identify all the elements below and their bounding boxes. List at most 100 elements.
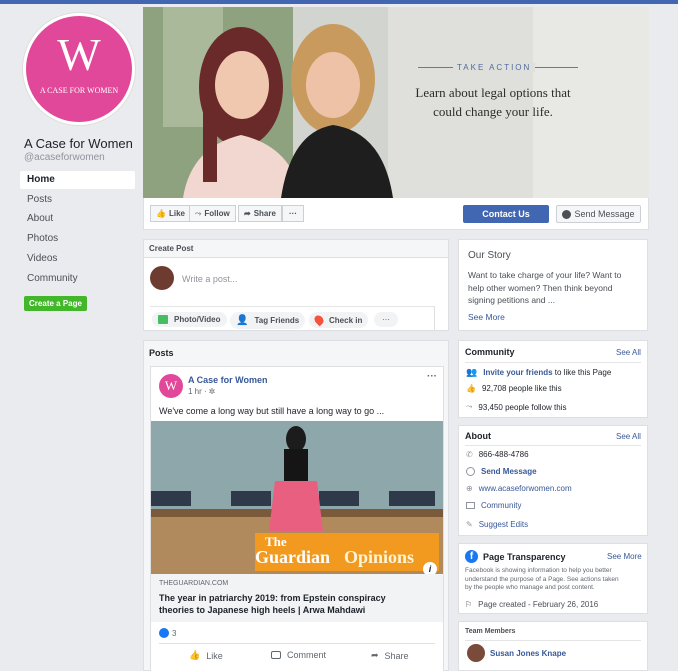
category-link[interactable]: Community xyxy=(481,501,521,510)
link-domain: THEGUARDIAN.COM xyxy=(159,580,229,587)
messenger-icon xyxy=(466,467,475,476)
website-row: ⊕ www.acaseforwomen.com xyxy=(466,484,572,493)
cover-line-2: could change your life. xyxy=(433,104,553,119)
post-timestamp[interactable]: 1 hr · ✲ xyxy=(188,387,215,396)
brand-guardian: Guardian xyxy=(255,547,331,567)
page-transparency-panel: f Page Transparency See More Facebook is… xyxy=(458,543,648,614)
contact-us-button[interactable]: Contact Us xyxy=(463,205,549,223)
send-message-button[interactable]: Send Message xyxy=(556,205,641,223)
post-time-label: 1 hr · xyxy=(188,387,207,396)
phone-number[interactable]: 866-488-4786 xyxy=(479,450,529,459)
people-icon: 👥 xyxy=(466,367,478,377)
comment-bubble-icon xyxy=(271,651,281,659)
more-post-options-button[interactable]: ··· xyxy=(374,312,398,327)
cover-photo[interactable]: TAKE ACTION Learn about legal options th… xyxy=(143,7,649,198)
thumbs-up-icon: 👍 xyxy=(466,384,476,393)
post-card: W A Case for Women 1 hr · ✲ ··· We've co… xyxy=(150,366,444,671)
link-title-line-1: The year in patriarchy 2019: from Epstei… xyxy=(159,593,386,603)
nav-about[interactable]: About xyxy=(20,210,135,228)
rss-icon: ⤳ xyxy=(195,208,202,218)
category-row: Community xyxy=(466,501,521,510)
more-actions-button[interactable]: ··· xyxy=(282,205,304,222)
about-send-message-link[interactable]: Send Message xyxy=(481,467,537,476)
photo-video-button[interactable]: Photo/Video xyxy=(152,312,227,327)
cover-line-1: Learn about legal options that xyxy=(415,85,571,100)
follow-page-button[interactable]: ⤳ Follow xyxy=(189,205,236,222)
page-handle[interactable]: @acaseforwomen xyxy=(24,152,105,163)
post-share-button[interactable]: ➦ Share xyxy=(371,650,409,661)
link-title: The year in patriarchy 2019: from Epstei… xyxy=(159,592,386,616)
community-panel: Community See All 👥 Invite your friends … xyxy=(458,340,648,418)
cover-eyebrow: TAKE ACTION xyxy=(453,63,536,72)
create-post-title: Create Post xyxy=(149,244,194,253)
tag-friends-button[interactable]: 👤 Tag Friends xyxy=(230,312,306,329)
our-story-panel: Our Story Want to take charge of your li… xyxy=(458,239,648,331)
globe-icon: ⊕ xyxy=(466,484,473,493)
photo-video-label: Photo/Video xyxy=(174,315,221,324)
share-arrow-icon: ➦ xyxy=(371,650,379,660)
post-author-name[interactable]: A Case for Women xyxy=(188,375,268,385)
suggest-edits-row: ✎ Suggest Edits xyxy=(466,520,528,529)
page-action-bar: 👍 Like ⤳ Follow ➦ Share ··· Contact Us S… xyxy=(143,198,649,230)
tag-icon xyxy=(466,502,475,509)
pencil-icon: ✎ xyxy=(466,520,473,529)
globe-icon: ✲ xyxy=(208,387,216,396)
like-page-button[interactable]: 👍 Like xyxy=(150,205,191,222)
team-members-panel: Team Members Susan Jones Knape xyxy=(458,621,648,671)
about-title: About xyxy=(465,431,491,441)
like-reaction-icon xyxy=(159,628,169,638)
suggest-edits-link[interactable]: Suggest Edits xyxy=(479,520,528,529)
link-title-line-2: theories to Japanese high heels | Arwa M… xyxy=(159,605,366,615)
our-story-text: Want to take charge of your life? Want t… xyxy=(468,269,621,307)
link-preview-caption[interactable]: THEGUARDIAN.COM The year in patriarchy 2… xyxy=(151,574,443,622)
transparency-text: Facebook is showing information to help … xyxy=(465,567,619,593)
reaction-count[interactable]: 3 xyxy=(159,628,176,638)
share-label: Share xyxy=(253,209,276,218)
post-like-button[interactable]: 👍 Like xyxy=(189,650,223,661)
check-in-button[interactable]: Check in xyxy=(309,312,369,328)
invite-friends-link[interactable]: Invite your friends xyxy=(483,368,552,377)
community-see-all[interactable]: See All xyxy=(616,348,641,357)
nav-posts[interactable]: Posts xyxy=(20,191,135,209)
nav-home[interactable]: Home xyxy=(20,171,135,189)
logo-text: A CASE FOR WOMEN xyxy=(39,86,119,95)
top-accent-bar xyxy=(0,0,678,4)
nav-videos[interactable]: Videos xyxy=(20,250,135,268)
share-page-button[interactable]: ➦ Share xyxy=(238,205,282,222)
nav-photos[interactable]: Photos xyxy=(20,230,135,248)
brand-opinions: Opinions xyxy=(344,547,415,567)
create-page-button[interactable]: Create a Page xyxy=(24,296,87,311)
our-story-see-more[interactable]: See More xyxy=(468,312,505,322)
share-arrow-icon: ➦ xyxy=(244,209,251,218)
our-story-line-1: Want to take charge of your life? Want t… xyxy=(468,270,622,280)
team-member-name[interactable]: Susan Jones Knape xyxy=(490,649,566,658)
about-see-all[interactable]: See All xyxy=(616,432,641,441)
follow-label: Follow xyxy=(204,209,230,218)
link-preview-image[interactable]: The Guardian Opinions i xyxy=(151,421,443,574)
info-icon[interactable]: i xyxy=(423,562,437,574)
invite-friends-row: 👥 Invite your friends to like this Page xyxy=(466,367,611,378)
tag-friends-label: Tag Friends xyxy=(254,316,300,325)
cover-headline: Learn about legal options that could cha… xyxy=(393,83,593,121)
transparency-see-more[interactable]: See More xyxy=(607,552,642,561)
thumbs-up-icon: 👍 xyxy=(156,209,166,218)
nav-community[interactable]: Community xyxy=(20,270,135,288)
photo-icon xyxy=(158,315,168,324)
posts-title: Posts xyxy=(149,348,174,358)
team-member-avatar[interactable] xyxy=(467,644,485,662)
tag-people-icon: 👤 xyxy=(236,315,249,326)
post-comment-button[interactable]: Comment xyxy=(271,650,326,660)
facebook-icon: f xyxy=(465,550,478,563)
transparency-line-1: Facebook is showing information to help … xyxy=(465,567,612,574)
likes-count: 92,708 people like this xyxy=(481,384,562,393)
page-name[interactable]: A Case for Women xyxy=(24,136,133,151)
post-options-button[interactable]: ··· xyxy=(427,371,437,382)
post-like-label: Like xyxy=(206,650,223,661)
flag-icon: ⚐ xyxy=(465,600,473,609)
write-post-input[interactable]: Write a post... xyxy=(182,274,237,284)
page-profile-picture[interactable]: W A CASE FOR WOMEN xyxy=(23,13,135,125)
our-story-title: Our Story xyxy=(468,250,511,261)
post-author-avatar[interactable]: W xyxy=(159,374,183,398)
follows-count: 93,450 people follow this xyxy=(478,402,567,412)
website-link[interactable]: www.acaseforwomen.com xyxy=(479,484,572,493)
